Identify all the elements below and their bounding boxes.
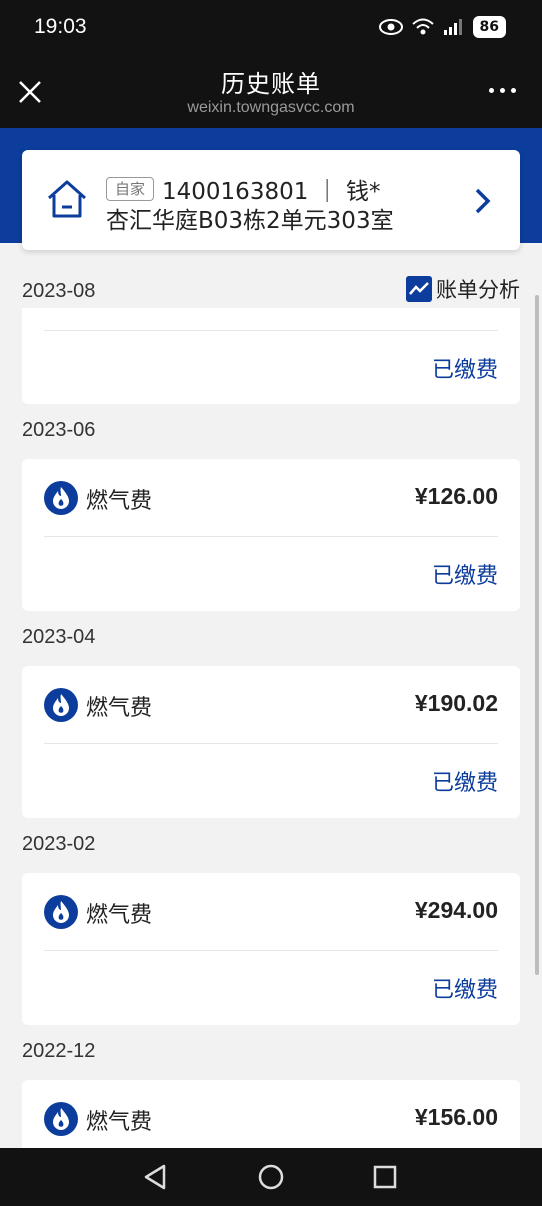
bill-divider — [44, 950, 498, 951]
bill-amount: ¥126.00 — [414, 483, 498, 509]
bill-card[interactable]: 燃气费 ¥156.00 — [22, 1080, 520, 1148]
wifi-icon — [411, 18, 434, 35]
battery-icon: 86 — [472, 16, 506, 38]
page-title: 历史账单 — [221, 70, 321, 98]
trend-chart-icon — [406, 276, 432, 302]
month-label: 2023-08 — [22, 280, 96, 302]
account-address: 杏汇华庭B03栋2单元303室 — [106, 208, 394, 234]
bill-name: 燃气费 — [86, 489, 153, 514]
bill-status: 已缴费 — [431, 771, 498, 796]
page-url: weixin.towngasvcc.com — [187, 99, 355, 116]
bill-name: 燃气费 — [86, 1110, 153, 1135]
bill-amount: ¥294.00 — [414, 897, 498, 923]
gas-flame-icon — [44, 481, 78, 515]
bill-name: 燃气费 — [86, 696, 153, 721]
bill-card[interactable]: 已缴费 — [22, 308, 520, 404]
back-icon[interactable] — [140, 1162, 170, 1192]
bill-status: 已缴费 — [431, 978, 498, 1003]
month-label: 2023-04 — [22, 626, 96, 648]
bill-divider — [44, 536, 498, 537]
chevron-right-icon — [475, 188, 491, 214]
status-time: 19:03 — [34, 15, 87, 38]
bill-divider — [44, 743, 498, 744]
bill-analysis-label: 账单分析 — [436, 278, 520, 302]
bill-card[interactable]: 燃气费 ¥190.02 已缴费 — [22, 666, 520, 818]
eye-icon — [378, 19, 403, 35]
signal-icon — [443, 19, 462, 35]
bill-amount: ¥190.02 — [414, 690, 498, 716]
nav-bar: 历史账单 weixin.towngasvcc.com — [0, 56, 542, 128]
status-icons: 86 — [378, 16, 506, 38]
bill-status: 已缴费 — [431, 358, 498, 383]
recents-icon[interactable] — [370, 1162, 400, 1192]
month-label: 2023-06 — [22, 419, 96, 441]
scrollbar[interactable] — [535, 295, 539, 975]
home-button-icon[interactable] — [256, 1162, 286, 1192]
account-tag: 自家 — [106, 177, 155, 201]
gas-flame-icon — [44, 1102, 78, 1136]
bill-status: 已缴费 — [431, 564, 498, 589]
bill-divider — [44, 330, 498, 331]
bill-analysis-link[interactable]: 账单分析 — [406, 274, 520, 304]
bill-card[interactable]: 燃气费 ¥294.00 已缴费 — [22, 873, 520, 1025]
bill-name: 燃气费 — [86, 903, 153, 928]
bill-list[interactable]: 2023-08 账单分析 已缴费 2023-06 燃气费 ¥126.00 已缴费… — [0, 250, 542, 1148]
status-bar: 19:03 86 — [0, 0, 542, 56]
more-menu-icon[interactable] — [489, 88, 516, 93]
gas-flame-icon — [44, 688, 78, 722]
month-label: 2023-02 — [22, 833, 96, 855]
bill-amount: ¥156.00 — [414, 1104, 498, 1130]
bill-card[interactable]: 燃气费 ¥126.00 已缴费 — [22, 459, 520, 611]
month-label: 2022-12 — [22, 1040, 96, 1062]
account-card[interactable]: 自家 1400163801 ｜ 钱* 杏汇华庭B03栋2单元303室 — [22, 150, 520, 250]
system-nav-bar — [0, 1148, 542, 1206]
home-icon — [48, 180, 86, 218]
gas-flame-icon — [44, 895, 78, 929]
